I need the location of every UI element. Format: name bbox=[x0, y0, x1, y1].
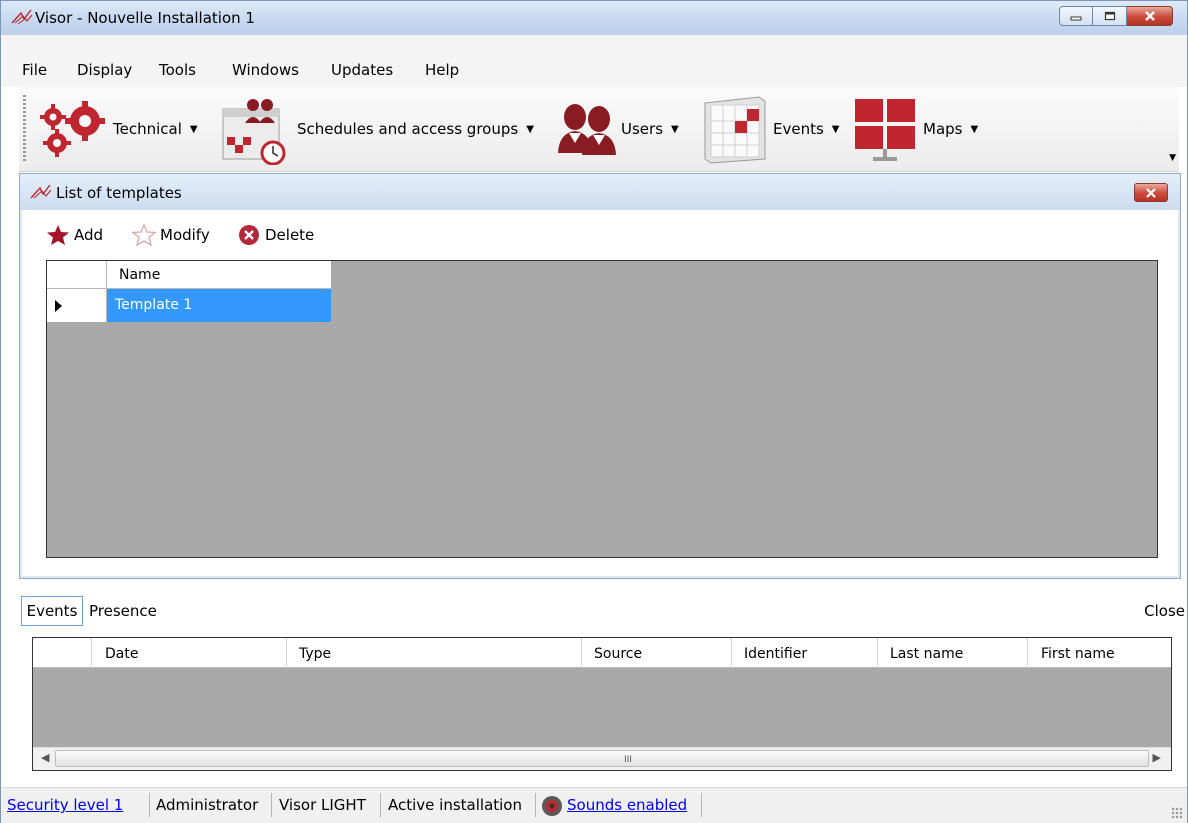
column-divider bbox=[731, 638, 732, 668]
current-row-arrow-icon bbox=[55, 300, 62, 312]
column-divider bbox=[91, 638, 92, 668]
sounds-enabled-link[interactable]: Sounds enabled bbox=[567, 796, 687, 814]
minimize-icon bbox=[1070, 16, 1082, 21]
status-divider bbox=[535, 793, 536, 817]
menu-windows[interactable]: Windows bbox=[232, 61, 299, 79]
menu-updates[interactable]: Updates bbox=[331, 61, 393, 79]
visor-logo-icon bbox=[30, 184, 52, 199]
speaker-icon bbox=[542, 796, 562, 816]
menu-help[interactable]: Help bbox=[425, 61, 459, 79]
toolbar-maps-label: Maps bbox=[923, 120, 963, 138]
toolbar-schedules-label: Schedules and access groups bbox=[297, 120, 519, 138]
toolbar-technical[interactable]: Technical ▼ bbox=[33, 87, 198, 171]
toolbar-schedules[interactable]: Schedules and access groups ▼ bbox=[217, 87, 534, 171]
close-panel-button[interactable]: Close bbox=[1144, 602, 1185, 620]
visor-logo-icon bbox=[11, 9, 33, 25]
minimize-button[interactable] bbox=[1059, 6, 1093, 26]
status-divider bbox=[271, 793, 272, 817]
tab-events[interactable]: Events bbox=[21, 596, 83, 626]
close-icon bbox=[1146, 187, 1156, 198]
star-filled-icon bbox=[47, 225, 69, 245]
window-controls bbox=[1059, 6, 1173, 26]
main-window: Visor - Nouvelle Installation 1 File Dis… bbox=[0, 0, 1188, 823]
main-toolbar: Technical ▼ Schedules and access groups … bbox=[19, 87, 1179, 172]
chevron-down-icon: ▼ bbox=[189, 123, 198, 135]
templates-window-body: Add Modify Delete Name Template 1 bbox=[22, 210, 1178, 576]
column-divider bbox=[877, 638, 878, 668]
star-outline-icon bbox=[132, 224, 156, 246]
maximize-button[interactable] bbox=[1093, 6, 1127, 26]
chevron-down-icon: ▼ bbox=[671, 123, 679, 135]
toolbar-maps[interactable]: Maps ▼ bbox=[849, 87, 978, 171]
column-header-type[interactable]: Type bbox=[299, 646, 331, 662]
menu-file[interactable]: File bbox=[22, 61, 47, 79]
resize-grip[interactable] bbox=[1171, 807, 1183, 819]
toolbar-users-label: Users bbox=[621, 120, 664, 138]
grid-corner-header bbox=[47, 261, 107, 289]
gears-icon bbox=[40, 101, 105, 157]
templates-window-title-bar[interactable]: List of templates bbox=[20, 174, 1180, 210]
close-icon bbox=[1144, 11, 1155, 21]
toolbar-overflow-button[interactable]: ▼ bbox=[1169, 153, 1176, 163]
scrollbar-thumb[interactable]: III bbox=[55, 750, 1149, 767]
users-icon bbox=[558, 104, 616, 155]
maps-icon bbox=[855, 99, 915, 161]
status-divider bbox=[149, 793, 150, 817]
events-panel: Events Presence Close Date Type Source I… bbox=[19, 591, 1187, 783]
scroll-right-icon[interactable]: ▶ bbox=[1153, 751, 1161, 764]
events-calendar-icon bbox=[704, 96, 766, 164]
delete-label: Delete bbox=[265, 226, 315, 244]
column-divider bbox=[1027, 638, 1028, 668]
edition-label: Visor LIGHT bbox=[279, 796, 366, 814]
delete-button[interactable]: Delete bbox=[238, 224, 314, 246]
column-header-last-name[interactable]: Last name bbox=[890, 646, 963, 662]
tab-presence[interactable]: Presence bbox=[89, 596, 157, 626]
status-divider bbox=[701, 793, 702, 817]
column-divider bbox=[286, 638, 287, 668]
templates-window-title: List of templates bbox=[56, 184, 182, 202]
chevron-down-icon: ▼ bbox=[526, 123, 534, 135]
toolbar-users[interactable]: Users ▼ bbox=[555, 87, 679, 171]
menu-bar: File Display Tools Windows Updates Help bbox=[1, 35, 1187, 87]
events-grid: Date Type Source Identifier Last name Fi… bbox=[32, 637, 1172, 771]
toolbar-grip[interactable] bbox=[23, 95, 26, 161]
security-level-link[interactable]: Security level 1 bbox=[7, 796, 123, 814]
column-header-first-name[interactable]: First name bbox=[1041, 646, 1115, 662]
close-window-button[interactable] bbox=[1127, 6, 1173, 26]
status-bar: Security level 1 Administrator Visor LIG… bbox=[1, 787, 1187, 823]
events-grid-header: Date Type Source Identifier Last name Fi… bbox=[33, 638, 1171, 668]
chevron-down-icon: ▼ bbox=[970, 123, 979, 135]
column-header-source[interactable]: Source bbox=[594, 646, 642, 662]
scroll-left-icon[interactable]: ◀ bbox=[41, 751, 49, 764]
templates-grid: Name Template 1 bbox=[46, 260, 1158, 558]
add-button[interactable]: Add bbox=[46, 224, 103, 246]
add-label: Add bbox=[74, 226, 104, 244]
modify-button[interactable]: Modify bbox=[132, 224, 210, 246]
maximize-icon bbox=[1104, 11, 1115, 21]
column-header-name[interactable]: Name bbox=[107, 261, 331, 289]
row-header[interactable] bbox=[47, 289, 107, 322]
modify-label: Modify bbox=[160, 226, 210, 244]
toolbar-technical-label: Technical bbox=[113, 120, 182, 138]
horizontal-scrollbar[interactable]: ◀ III ▶ bbox=[33, 747, 1171, 770]
calendar-clock-icon bbox=[222, 99, 286, 165]
column-header-date[interactable]: Date bbox=[105, 646, 138, 662]
toolbar-events-label: Events bbox=[773, 120, 824, 138]
menu-display[interactable]: Display bbox=[77, 61, 132, 79]
column-header-identifier[interactable]: Identifier bbox=[744, 646, 807, 662]
window-title: Visor - Nouvelle Installation 1 bbox=[35, 9, 255, 27]
scrollbar-grip: III bbox=[624, 755, 632, 765]
user-role: Administrator bbox=[156, 796, 259, 814]
templates-close-button[interactable] bbox=[1134, 183, 1168, 202]
column-divider bbox=[581, 638, 582, 668]
table-row[interactable]: Template 1 bbox=[107, 289, 331, 322]
menu-tools[interactable]: Tools bbox=[159, 61, 196, 79]
delete-circle-icon bbox=[239, 225, 259, 245]
chevron-down-icon: ▼ bbox=[831, 123, 840, 135]
templates-window: List of templates Add Modify Delete Name bbox=[19, 173, 1181, 579]
title-bar[interactable]: Visor - Nouvelle Installation 1 bbox=[1, 1, 1187, 35]
toolbar-events[interactable]: Events ▼ bbox=[699, 87, 840, 171]
status-divider bbox=[380, 793, 381, 817]
installation-status: Active installation bbox=[388, 796, 522, 814]
